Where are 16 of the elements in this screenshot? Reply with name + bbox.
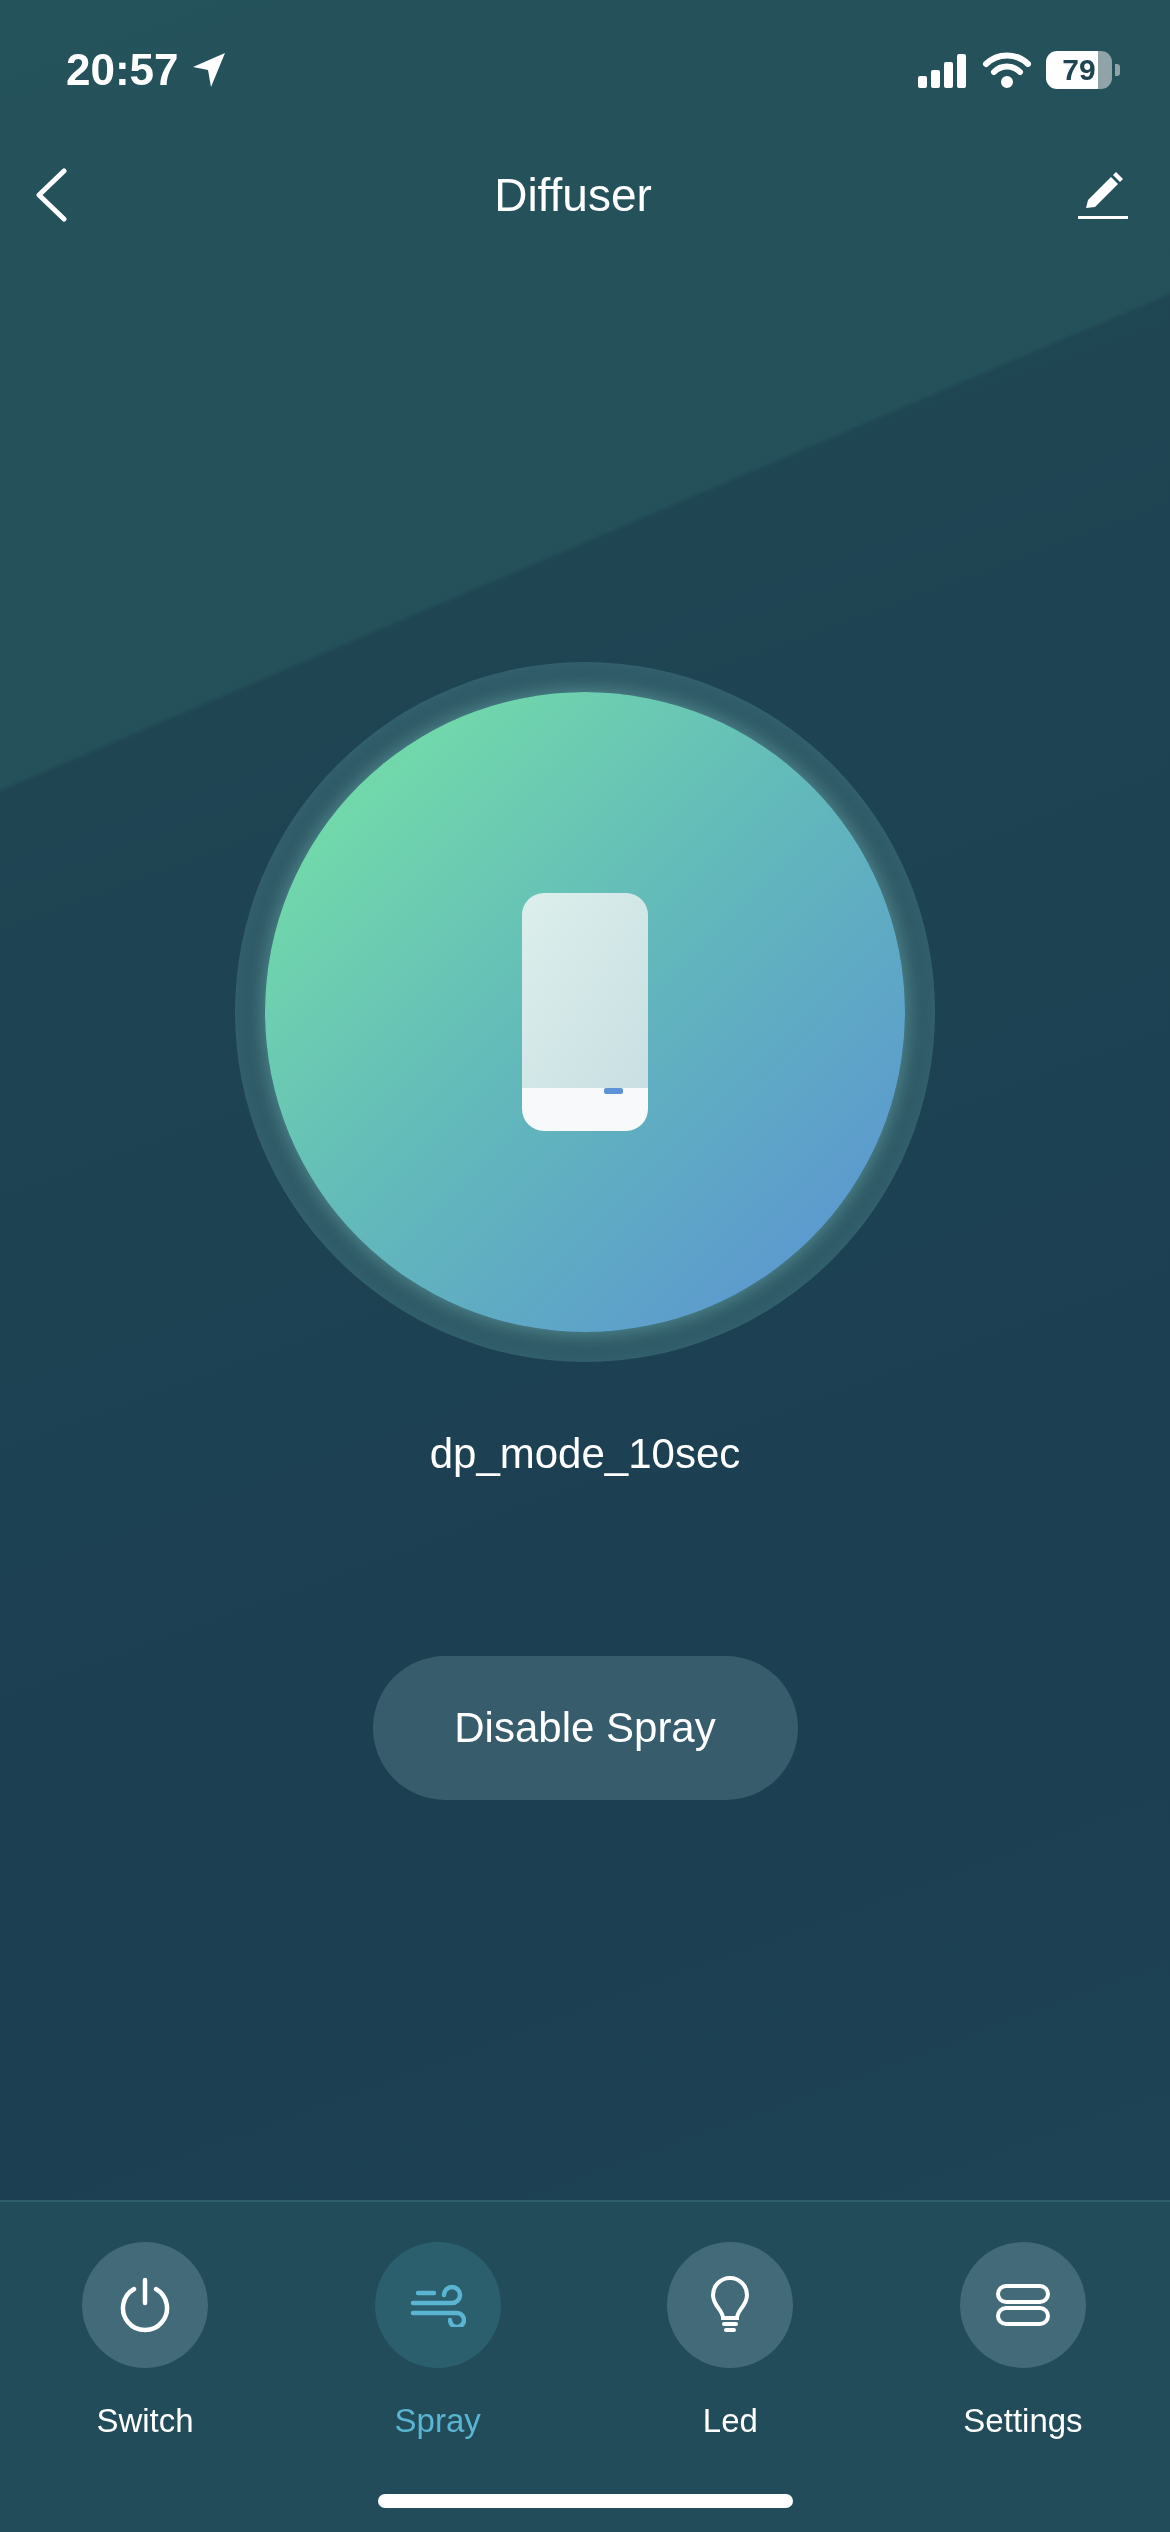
tab-item[interactable]: Settings xyxy=(907,2242,1138,2440)
lightbulb-icon xyxy=(710,2276,751,2334)
power-icon xyxy=(119,2277,171,2333)
wind-icon xyxy=(409,2283,466,2327)
screen-title: Diffuser xyxy=(494,168,652,222)
edit-button[interactable] xyxy=(1078,170,1128,220)
toggles-icon xyxy=(995,2283,1050,2327)
back-button[interactable] xyxy=(34,168,68,222)
wifi-icon xyxy=(982,52,1032,88)
tab-item[interactable]: Switch xyxy=(30,2242,260,2440)
tab-item[interactable]: Spray xyxy=(322,2242,553,2440)
disable-spray-button[interactable]: Disable Spray xyxy=(372,1656,798,1800)
mode-label: dp_mode_10sec xyxy=(428,1430,742,1478)
signal-icon xyxy=(918,52,968,88)
status-time: 20:57 xyxy=(66,45,179,95)
tab-item[interactable]: Led xyxy=(615,2242,846,2440)
